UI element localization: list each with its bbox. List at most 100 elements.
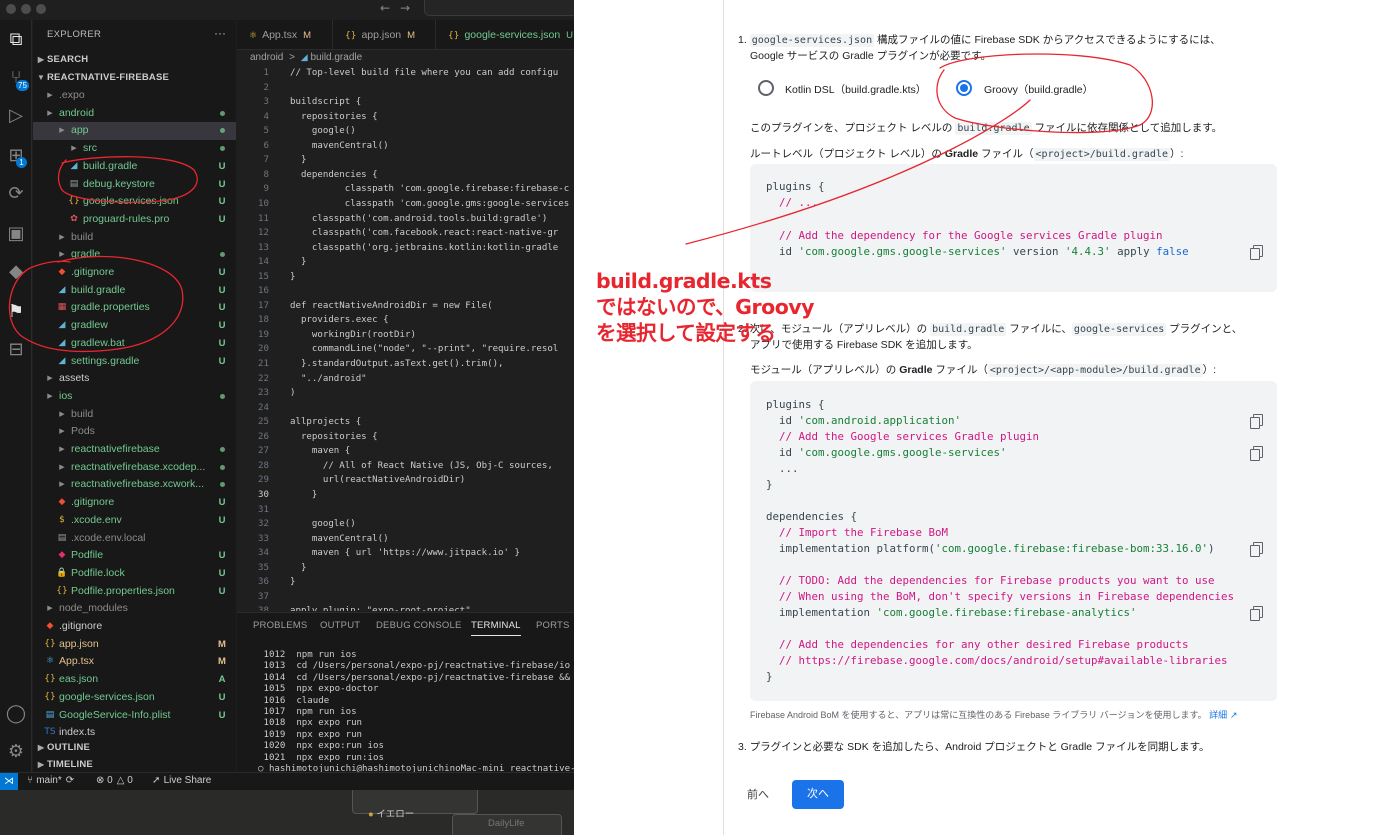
remote-explorer-icon[interactable]: ⟳	[4, 182, 28, 206]
radio-groovy-label[interactable]: Groovy（build.gradle）	[984, 82, 1093, 97]
tree-file[interactable]: {} eas.json A	[33, 671, 236, 689]
tree-folder[interactable]: ▶ reactnativefirebase.xcodep...	[33, 459, 236, 477]
containers-icon[interactable]: ▣	[4, 222, 28, 246]
bom-learn-more-link[interactable]: 詳細	[1209, 710, 1227, 720]
remote-indicator-icon[interactable]: ⋊	[0, 773, 18, 790]
close-window-button[interactable]	[6, 4, 16, 14]
copy-icon[interactable]	[1250, 606, 1264, 621]
previous-button[interactable]: 前へ	[736, 781, 780, 809]
radio-kotlin-dsl-label[interactable]: Kotlin DSL（build.gradle.kts）	[785, 82, 926, 97]
gradle-file-icon: ◢	[300, 52, 308, 62]
git-status-badge: U	[218, 337, 226, 349]
maximize-window-button[interactable]	[36, 4, 46, 14]
tree-file[interactable]: ⚛ App.tsx M	[33, 653, 236, 671]
tree-folder[interactable]: ▶ reactnativefirebase.xcwork...	[33, 476, 236, 494]
breadcrumb-folder[interactable]: android	[250, 52, 283, 63]
radio-kotlin-dsl[interactable]	[758, 80, 774, 96]
ruby-file-icon: ◆	[58, 550, 66, 561]
minimize-window-button[interactable]	[21, 4, 31, 14]
tree-file[interactable]: ▤ .xcode.env.local	[33, 530, 236, 548]
nav-arrows[interactable]: ←→	[380, 1, 420, 15]
project-section-header[interactable]: ▼ REACTNATIVE-FIREBASE	[35, 69, 169, 86]
tab-app-json[interactable]: {} app.json M	[333, 20, 436, 50]
tree-item-label: Podfile.lock	[71, 566, 125, 579]
branch-name: main*	[36, 775, 62, 786]
problems-indicator[interactable]: ⊗ 0 △ 0	[96, 775, 133, 786]
tree-file[interactable]: ◢ build.gradle U	[33, 282, 236, 300]
settings-gear-icon[interactable]: ⚙	[4, 740, 28, 764]
account-icon[interactable]: ◯	[4, 702, 28, 726]
breadcrumb-file[interactable]: build.gradle	[310, 52, 362, 63]
tree-file[interactable]: ◢ settings.gradle U	[33, 353, 236, 371]
tree-file[interactable]: ▤ debug.keystore U	[33, 176, 236, 194]
next-button[interactable]: 次へ	[792, 780, 844, 809]
tree-file[interactable]: ▦ gradle.properties U	[33, 299, 236, 317]
tab-google-services-json[interactable]: {} google-services.json U	[436, 20, 574, 50]
git-graph-icon[interactable]: ◆	[4, 260, 28, 284]
timeline-section-header[interactable]: ▶ TIMELINE	[35, 756, 93, 772]
tree-folder[interactable]: ▶ gradle	[33, 246, 236, 264]
panel-tab[interactable]: PROBLEMS	[253, 620, 307, 631]
tree-item-label: eas.json	[59, 673, 99, 686]
tree-folder[interactable]: ▶ android	[33, 105, 236, 123]
root-gradle-code-block: plugins { // ... // Add the dependency f…	[750, 164, 1277, 292]
tree-file[interactable]: ◢ gradlew U	[33, 317, 236, 335]
tree-file[interactable]: ▤ GoogleService-Info.plist U	[33, 707, 236, 725]
tree-file[interactable]: {} google-services.json U	[33, 689, 236, 707]
copy-icon[interactable]	[1250, 245, 1264, 260]
tree-file[interactable]: {} app.json M	[33, 636, 236, 654]
search-section-header[interactable]: ▶ SEARCH	[35, 51, 88, 68]
tree-file[interactable]: ◆ Podfile U	[33, 547, 236, 565]
more-actions-icon[interactable]: ···	[214, 26, 226, 40]
tree-folder[interactable]: ▶ .expo	[33, 87, 236, 105]
tree-folder[interactable]: ▶ reactnativefirebase	[33, 441, 236, 459]
tree-file[interactable]: {} Podfile.properties.json U	[33, 583, 236, 601]
tree-folder[interactable]: ▶ Pods	[33, 423, 236, 441]
external-link-icon[interactable]: ↗	[1227, 711, 1238, 721]
tree-file[interactable]: $ .xcode.env U	[33, 512, 236, 530]
run-debug-icon[interactable]: ▷	[4, 104, 28, 128]
panel-tab[interactable]: OUTPUT	[320, 620, 360, 631]
json-file-icon: {}	[68, 196, 80, 207]
code-line: // Add the dependencies for any other de…	[766, 638, 1189, 651]
tree-file[interactable]: ✿ proguard-rules.pro U	[33, 211, 236, 229]
tree-folder[interactable]: ▶ ios	[33, 388, 236, 406]
panel-tab[interactable]: TERMINAL	[471, 620, 521, 636]
tree-folder[interactable]: ▶ node_modules	[33, 600, 236, 618]
tree-file[interactable]: ◆ .gitignore U	[33, 264, 236, 282]
project-manager-icon[interactable]: ⊟	[4, 338, 28, 362]
code-editor[interactable]: 1 // Top-level build file where you can a…	[237, 66, 574, 611]
code-line: 20 commandLine("node", "--print", "requi…	[237, 342, 574, 357]
panel-tab[interactable]: DEBUG CONSOLE	[376, 620, 461, 631]
tree-file[interactable]: ◆ .gitignore U	[33, 494, 236, 512]
explorer-icon[interactable]: ⧉	[4, 28, 28, 52]
tab-app-tsx[interactable]: ⚛ App.tsx M	[237, 20, 333, 50]
tree-file[interactable]: ◢ build.gradle U	[33, 158, 236, 176]
tree-file[interactable]: {} google-services.json U	[33, 193, 236, 211]
command-center[interactable]	[424, 0, 574, 16]
branch-indicator[interactable]: ⑂ main* ⟳	[27, 775, 74, 786]
chevron-right-icon: ▶	[37, 760, 45, 769]
radio-groovy[interactable]	[956, 80, 972, 96]
tree-folder[interactable]: ▶ build	[33, 229, 236, 247]
copy-icon[interactable]	[1250, 414, 1264, 429]
tree-file[interactable]: ◢ gradlew.bat U	[33, 335, 236, 353]
copy-icon[interactable]	[1250, 446, 1264, 461]
live-share-button[interactable]: ➚ Live Share	[152, 775, 211, 786]
tree-folder[interactable]: ▶ assets	[33, 370, 236, 388]
tree-file[interactable]: ◆ .gitignore	[33, 618, 236, 636]
modified-dot-icon	[219, 464, 225, 470]
git-status-badge: U	[218, 267, 226, 278]
code-text: }.standardOutput.asText.get().trim(),	[290, 359, 504, 369]
terminal-output[interactable]: 1012 npm run ios 1013 cd /Users/personal…	[258, 650, 574, 772]
code-line: plugins {	[766, 398, 825, 411]
tree-folder[interactable]: ▶ build	[33, 406, 236, 424]
outline-section-header[interactable]: ▶ OUTLINE	[35, 739, 90, 756]
tree-folder[interactable]: ▶ app	[33, 122, 236, 141]
testing-icon[interactable]: ⚑	[4, 300, 28, 324]
copy-icon[interactable]	[1250, 542, 1264, 557]
tree-folder[interactable]: ▶ src	[33, 140, 236, 158]
panel-tab[interactable]: PORTS	[536, 620, 570, 631]
code-text: apply plugin: "expo-root-project"	[290, 606, 471, 611]
tree-file[interactable]: 🔒 Podfile.lock U	[33, 565, 236, 583]
